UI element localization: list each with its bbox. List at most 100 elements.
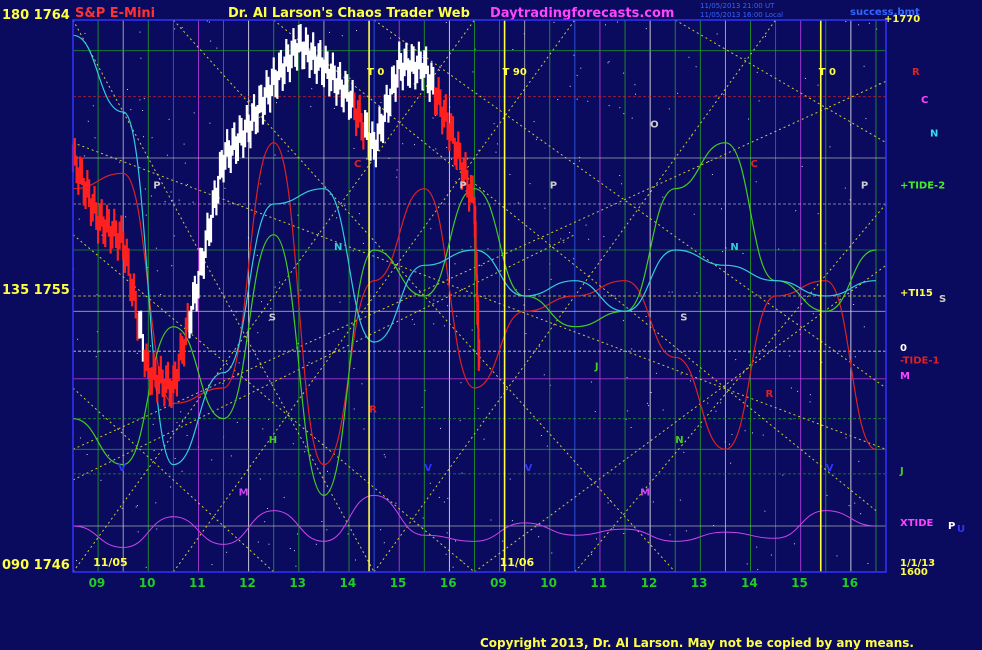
star-dot xyxy=(744,57,746,59)
star-dot xyxy=(270,308,272,310)
star-dot xyxy=(512,49,514,50)
star-dot xyxy=(560,238,562,240)
star-dot xyxy=(715,410,717,412)
star-dot xyxy=(529,183,531,185)
star-dot xyxy=(650,392,652,393)
right-label: P xyxy=(948,521,955,532)
star-dot xyxy=(349,77,351,79)
star-dot xyxy=(297,533,298,535)
star-dot xyxy=(380,102,382,104)
star-dot xyxy=(645,316,647,317)
chart-letter: N xyxy=(675,435,683,446)
star-dot xyxy=(502,540,504,542)
star-dot xyxy=(139,31,141,33)
star-dot xyxy=(150,195,152,197)
star-dot xyxy=(153,450,155,451)
star-dot xyxy=(144,188,146,190)
star-dot xyxy=(730,462,732,464)
star-dot xyxy=(669,534,671,536)
star-dot xyxy=(543,374,545,376)
star-dot xyxy=(544,207,546,209)
star-dot xyxy=(596,538,598,540)
star-dot xyxy=(336,217,338,219)
star-dot xyxy=(858,460,860,462)
timestamp-ut: 11/05/2013 21:00 UT xyxy=(700,2,775,10)
star-dot xyxy=(525,333,527,335)
star-dot xyxy=(809,401,811,403)
star-dot xyxy=(455,540,456,542)
star-dot xyxy=(603,236,605,238)
star-dot xyxy=(86,454,88,455)
x-tick-label: 09 xyxy=(89,576,106,590)
x-date-label: 11/05 xyxy=(93,556,128,569)
star-dot xyxy=(764,510,766,512)
star-dot xyxy=(137,531,139,533)
star-dot xyxy=(696,292,698,294)
star-dot xyxy=(121,507,123,509)
star-dot xyxy=(333,107,335,109)
star-dot xyxy=(390,37,392,39)
star-dot xyxy=(304,451,306,453)
star-dot xyxy=(181,470,183,472)
star-dot xyxy=(156,528,158,530)
star-dot xyxy=(744,430,746,432)
star-dot xyxy=(708,161,710,162)
star-dot xyxy=(454,263,456,265)
star-dot xyxy=(538,536,540,538)
star-dot xyxy=(634,84,636,86)
star-dot xyxy=(509,478,511,480)
star-dot xyxy=(329,31,330,33)
star-dot xyxy=(155,502,157,504)
star-dot xyxy=(236,421,238,423)
star-dot xyxy=(865,118,867,120)
star-dot xyxy=(735,359,737,361)
star-dot xyxy=(136,505,138,507)
star-dot xyxy=(210,40,212,42)
star-dot xyxy=(321,521,323,522)
star-dot xyxy=(327,470,328,472)
star-dot xyxy=(168,118,170,120)
right-label: S xyxy=(939,294,946,305)
chart-letter: V xyxy=(118,463,126,474)
chart-letter: R xyxy=(369,405,377,416)
star-dot xyxy=(863,65,865,67)
star-dot xyxy=(863,326,865,328)
star-dot xyxy=(395,502,397,504)
star-dot xyxy=(579,160,580,162)
star-dot xyxy=(646,402,648,404)
star-dot xyxy=(295,565,297,567)
star-dot xyxy=(483,438,485,440)
star-dot xyxy=(752,432,753,434)
site-url: Daytradingforecasts.com xyxy=(490,6,674,21)
x-tick-label: 12 xyxy=(641,576,658,590)
star-dot xyxy=(166,154,168,156)
star-dot xyxy=(789,355,791,357)
star-dot xyxy=(867,563,869,564)
star-dot xyxy=(259,366,261,368)
star-dot xyxy=(230,455,232,457)
star-dot xyxy=(383,542,385,544)
star-dot xyxy=(668,108,670,110)
star-dot xyxy=(356,30,357,32)
star-dot xyxy=(264,521,266,523)
star-dot xyxy=(182,419,183,421)
star-dot xyxy=(550,278,552,280)
star-dot xyxy=(95,356,97,358)
chart-letter: N xyxy=(334,242,342,253)
star-dot xyxy=(433,299,435,301)
star-dot xyxy=(261,301,262,303)
star-dot xyxy=(540,435,542,436)
star-dot xyxy=(447,305,449,307)
star-dot xyxy=(446,532,448,534)
star-dot xyxy=(746,563,748,565)
star-dot xyxy=(762,434,764,436)
star-dot xyxy=(817,84,819,86)
star-dot xyxy=(446,146,448,148)
star-dot xyxy=(770,554,772,556)
star-dot xyxy=(685,530,687,532)
star-dot xyxy=(509,174,511,175)
star-dot xyxy=(257,332,259,334)
x-tick-label: 13 xyxy=(289,576,306,590)
star-dot xyxy=(826,494,828,496)
star-dot xyxy=(183,143,185,145)
